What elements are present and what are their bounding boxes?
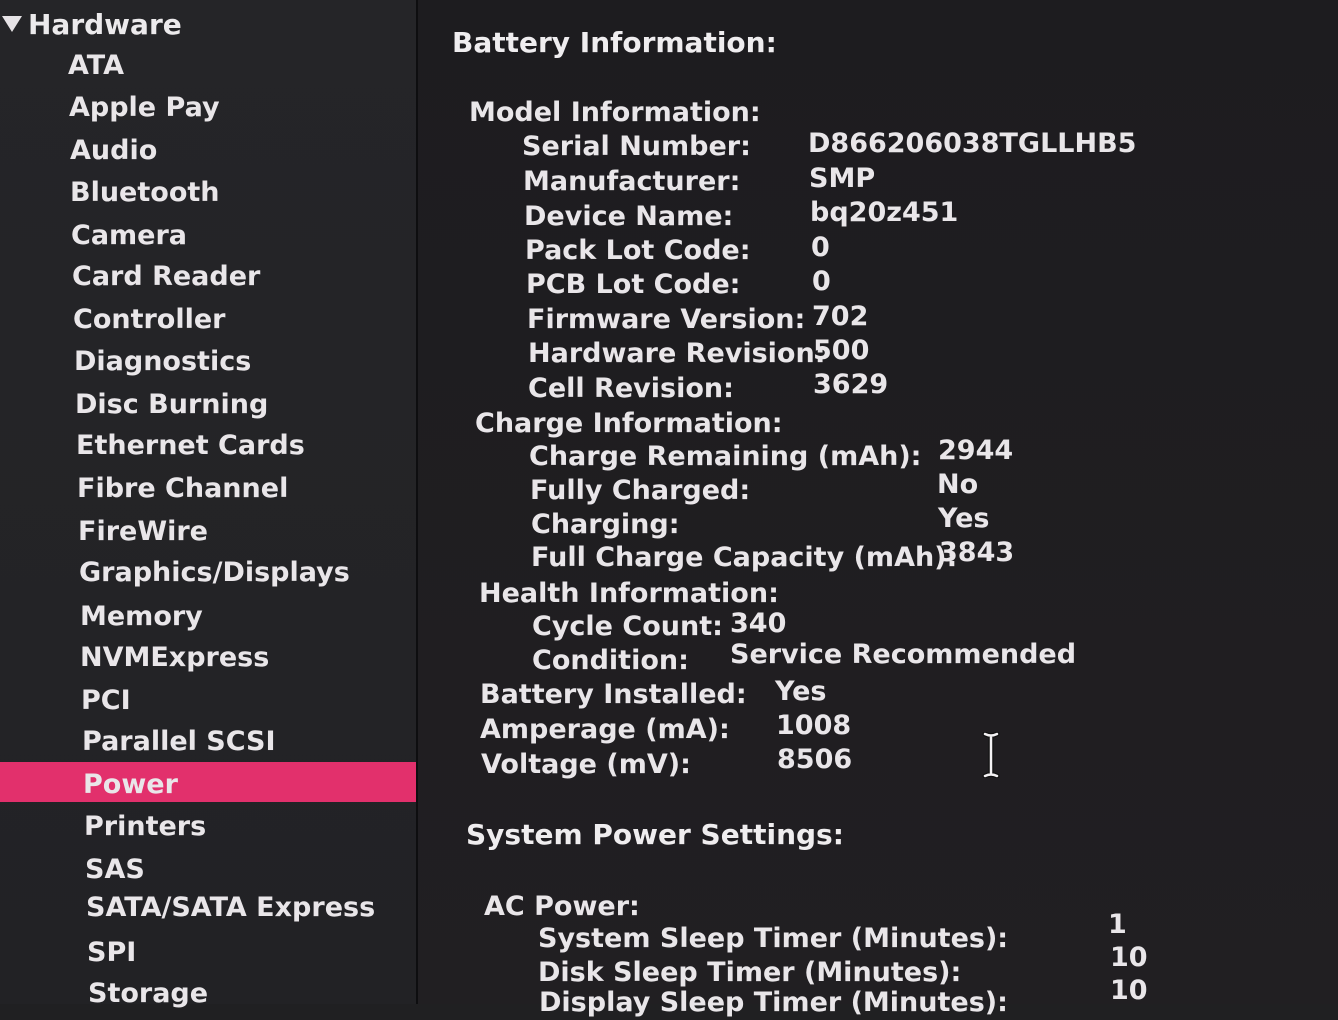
device-name-value: bq20z451 [810, 197, 959, 228]
sidebar-item-fibre-channel[interactable]: Fibre Channel [77, 469, 288, 509]
charge-info-heading: Charge Information: [475, 408, 783, 439]
hardware-revision-value: 500 [813, 335, 870, 366]
text-cursor-icon [982, 732, 1000, 778]
system-power-settings-title: System Power Settings: [466, 818, 844, 851]
system-sleep-timer-label: System Sleep Timer (Minutes): [538, 923, 1009, 954]
display-sleep-timer-label: Display Sleep Timer (Minutes): [539, 987, 1008, 1018]
sidebar-item-ethernet-cards[interactable]: Ethernet Cards [76, 426, 305, 466]
pcb-lot-code-value: 0 [812, 266, 831, 297]
manufacturer-value: SMP [809, 163, 876, 194]
sidebar-item-diagnostics[interactable]: Diagnostics [74, 342, 251, 382]
fully-charged-label: Fully Charged: [530, 475, 751, 506]
sidebar-item-firewire[interactable]: FireWire [78, 512, 208, 552]
sidebar-item-audio[interactable]: Audio [70, 131, 157, 171]
cycle-count-label: Cycle Count: [532, 611, 723, 642]
sidebar-item-nvmexpress[interactable]: NVMExpress [80, 638, 269, 678]
detail-pane: Battery Information: Model Information: … [418, 0, 1338, 1018]
sidebar-selection-highlight [0, 762, 422, 802]
ac-power-heading: AC Power: [484, 891, 640, 922]
disk-sleep-timer-value: 10 [1110, 942, 1148, 973]
serial-number-value: D866206038TGLLHB5 [808, 128, 1137, 159]
cell-revision-value: 3629 [813, 369, 889, 400]
charge-remaining-label: Charge Remaining (mAh): [529, 441, 922, 472]
sidebar-item-sata-sata-express[interactable]: SATA/SATA Express [86, 888, 375, 928]
hardware-revision-label: Hardware Revision: [528, 338, 826, 369]
serial-number-label: Serial Number: [522, 131, 751, 162]
sidebar-item-storage[interactable]: Storage [88, 974, 208, 1014]
battery-info-title: Battery Information: [452, 26, 777, 59]
sidebar-item-camera[interactable]: Camera [71, 216, 187, 256]
charging-value: Yes [938, 503, 990, 534]
health-info-heading: Health Information: [479, 578, 779, 609]
sidebar-item-parallel-scsi[interactable]: Parallel SCSI [82, 722, 276, 762]
firmware-version-label: Firmware Version: [527, 304, 806, 335]
charge-remaining-value: 2944 [938, 435, 1014, 466]
amperage-label: Amperage (mA): [480, 714, 730, 745]
battery-installed-label: Battery Installed: [480, 679, 747, 710]
charging-label: Charging: [531, 509, 680, 540]
sidebar-group-hardware[interactable]: Hardware [0, 6, 182, 42]
sidebar-item-sas[interactable]: SAS [85, 850, 145, 890]
pcb-lot-code-label: PCB Lot Code: [526, 269, 741, 300]
sidebar-item-pci[interactable]: PCI [81, 681, 131, 721]
amperage-value: 1008 [776, 710, 852, 741]
fully-charged-value: No [937, 469, 979, 500]
voltage-value: 8506 [777, 744, 853, 775]
disk-sleep-timer-label: Disk Sleep Timer (Minutes): [538, 957, 962, 988]
sidebar: Hardware ATA Apple Pay Audio Bluetooth C… [0, 0, 422, 1009]
sidebar-item-ata[interactable]: ATA [68, 46, 124, 86]
disclosure-triangle-icon[interactable] [2, 16, 22, 32]
device-name-label: Device Name: [524, 201, 734, 232]
sidebar-item-apple-pay[interactable]: Apple Pay [69, 88, 220, 128]
sidebar-item-controller[interactable]: Controller [73, 300, 226, 340]
sidebar-item-memory[interactable]: Memory [80, 597, 203, 637]
sidebar-item-power[interactable]: Power [83, 765, 178, 805]
manufacturer-label: Manufacturer: [523, 166, 741, 197]
full-charge-capacity-value: 3843 [939, 537, 1015, 568]
full-charge-capacity-label: Full Charge Capacity (mAh): [531, 542, 958, 573]
sidebar-item-disc-burning[interactable]: Disc Burning [75, 385, 268, 425]
sidebar-item-printers[interactable]: Printers [84, 807, 206, 847]
voltage-label: Voltage (mV): [481, 749, 691, 780]
pack-lot-code-value: 0 [811, 232, 830, 263]
sidebar-item-bluetooth[interactable]: Bluetooth [70, 173, 220, 213]
model-info-heading: Model Information: [469, 97, 761, 128]
condition-label: Condition: [532, 645, 689, 676]
cell-revision-label: Cell Revision: [528, 373, 734, 404]
sidebar-item-spi[interactable]: SPI [87, 933, 136, 973]
system-sleep-timer-value: 1 [1108, 909, 1127, 940]
cycle-count-value: 340 [730, 608, 787, 639]
battery-installed-value: Yes [775, 676, 827, 707]
pack-lot-code-label: Pack Lot Code: [525, 235, 751, 266]
sidebar-item-card-reader[interactable]: Card Reader [72, 257, 260, 297]
firmware-version-value: 702 [812, 301, 869, 332]
sidebar-group-label: Hardware [28, 7, 182, 41]
display-sleep-timer-value: 10 [1110, 975, 1148, 1006]
sidebar-item-graphics-displays[interactable]: Graphics/Displays [79, 553, 350, 593]
condition-value: Service Recommended [730, 639, 1077, 670]
